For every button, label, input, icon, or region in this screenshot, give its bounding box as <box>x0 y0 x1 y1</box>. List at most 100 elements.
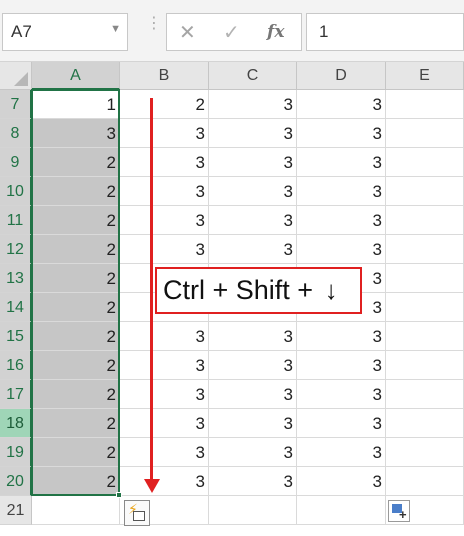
column-header-a[interactable]: A <box>32 62 120 90</box>
row-header-18[interactable]: 18 <box>0 409 32 438</box>
cell-c16[interactable]: 3 <box>209 351 297 380</box>
cell-c8[interactable]: 3 <box>209 119 297 148</box>
row-header-21[interactable]: 21 <box>0 496 32 525</box>
cell-e12[interactable] <box>386 235 464 264</box>
cell-b12[interactable]: 3 <box>120 235 209 264</box>
cell-e9[interactable] <box>386 148 464 177</box>
cell-d18[interactable]: 3 <box>297 409 386 438</box>
row-header-11[interactable]: 11 <box>0 206 32 235</box>
cell-d20[interactable]: 3 <box>297 467 386 496</box>
cell-c11[interactable]: 3 <box>209 206 297 235</box>
cell-a11[interactable]: 2 <box>32 206 120 235</box>
cell-a7[interactable]: 1 <box>32 90 120 119</box>
cell-e7[interactable] <box>386 90 464 119</box>
cell-a20[interactable]: 2 <box>32 467 120 496</box>
row-header-16[interactable]: 16 <box>0 351 32 380</box>
cell-c12[interactable]: 3 <box>209 235 297 264</box>
cell-b10[interactable]: 3 <box>120 177 209 206</box>
cell-e13[interactable] <box>386 264 464 293</box>
cancel-icon[interactable]: ✕ <box>179 20 196 45</box>
cell-d8[interactable]: 3 <box>297 119 386 148</box>
cell-b16[interactable]: 3 <box>120 351 209 380</box>
cell-e15[interactable] <box>386 322 464 351</box>
chevron-down-icon[interactable]: ▼ <box>110 23 121 35</box>
row-header-13[interactable]: 13 <box>0 264 32 293</box>
column-header-d[interactable]: D <box>297 62 386 90</box>
row-header-10[interactable]: 10 <box>0 177 32 206</box>
row-header-15[interactable]: 15 <box>0 322 32 351</box>
cell-d15[interactable]: 3 <box>297 322 386 351</box>
cell-c15[interactable]: 3 <box>209 322 297 351</box>
cell-d12[interactable]: 3 <box>297 235 386 264</box>
cell-e19[interactable] <box>386 438 464 467</box>
cell-d11[interactable]: 3 <box>297 206 386 235</box>
row-header-7[interactable]: 7 <box>0 90 32 119</box>
cell-e16[interactable] <box>386 351 464 380</box>
cell-d9[interactable]: 3 <box>297 148 386 177</box>
select-all-button[interactable] <box>0 62 32 90</box>
cell-e10[interactable] <box>386 177 464 206</box>
cell-c10[interactable]: 3 <box>209 177 297 206</box>
cell-a10[interactable]: 2 <box>32 177 120 206</box>
row-header-8[interactable]: 8 <box>0 119 32 148</box>
cell-d17[interactable]: 3 <box>297 380 386 409</box>
enter-icon[interactable]: ✓ <box>223 20 240 45</box>
cell-d10[interactable]: 3 <box>297 177 386 206</box>
down-arrow-line <box>150 98 153 480</box>
cell-a19[interactable]: 2 <box>32 438 120 467</box>
cell-d16[interactable]: 3 <box>297 351 386 380</box>
cell-b19[interactable]: 3 <box>120 438 209 467</box>
cell-d19[interactable]: 3 <box>297 438 386 467</box>
cell-d21[interactable] <box>297 496 386 525</box>
cell-a8[interactable]: 3 <box>32 119 120 148</box>
column-header-c[interactable]: C <box>209 62 297 90</box>
cell-b20[interactable]: 3 <box>120 467 209 496</box>
cell-c20[interactable]: 3 <box>209 467 297 496</box>
grip-dots-icon: ⋮ <box>146 15 162 32</box>
cell-a15[interactable]: 2 <box>32 322 120 351</box>
cell-c17[interactable]: 3 <box>209 380 297 409</box>
cell-c9[interactable]: 3 <box>209 148 297 177</box>
paste-options-icon[interactable]: + <box>388 500 410 522</box>
cell-e11[interactable] <box>386 206 464 235</box>
cell-c18[interactable]: 3 <box>209 409 297 438</box>
fill-handle[interactable] <box>116 492 122 498</box>
row-header-17[interactable]: 17 <box>0 380 32 409</box>
cell-b11[interactable]: 3 <box>120 206 209 235</box>
cell-e17[interactable] <box>386 380 464 409</box>
cell-b15[interactable]: 3 <box>120 322 209 351</box>
cell-a18[interactable]: 2 <box>32 409 120 438</box>
cell-a9[interactable]: 2 <box>32 148 120 177</box>
column-header-b[interactable]: B <box>120 62 209 90</box>
name-box[interactable]: A7 ▼ <box>2 13 128 51</box>
cell-a17[interactable]: 2 <box>32 380 120 409</box>
column-header-e[interactable]: E <box>386 62 464 90</box>
cell-b7[interactable]: 2 <box>120 90 209 119</box>
cell-e14[interactable] <box>386 293 464 322</box>
cell-d7[interactable]: 3 <box>297 90 386 119</box>
cell-c21[interactable] <box>209 496 297 525</box>
cell-e20[interactable] <box>386 467 464 496</box>
cell-b8[interactable]: 3 <box>120 119 209 148</box>
row-header-14[interactable]: 14 <box>0 293 32 322</box>
cell-b18[interactable]: 3 <box>120 409 209 438</box>
insert-function-icon[interactable]: fx <box>267 22 284 42</box>
formula-input[interactable]: 1 <box>306 13 464 51</box>
cell-e18[interactable] <box>386 409 464 438</box>
row-header-19[interactable]: 19 <box>0 438 32 467</box>
cell-b9[interactable]: 3 <box>120 148 209 177</box>
quick-analysis-icon[interactable]: ⚡ <box>124 500 150 526</box>
row-header-9[interactable]: 9 <box>0 148 32 177</box>
formula-buttons: ✕ ✓ fx <box>166 13 302 51</box>
cell-e8[interactable] <box>386 119 464 148</box>
cell-a16[interactable]: 2 <box>32 351 120 380</box>
cell-b17[interactable]: 3 <box>120 380 209 409</box>
cell-a21[interactable] <box>32 496 120 525</box>
cell-c19[interactable]: 3 <box>209 438 297 467</box>
cell-a14[interactable]: 2 <box>32 293 120 322</box>
cell-a12[interactable]: 2 <box>32 235 120 264</box>
row-header-12[interactable]: 12 <box>0 235 32 264</box>
row-header-20[interactable]: 20 <box>0 467 32 496</box>
cell-a13[interactable]: 2 <box>32 264 120 293</box>
cell-c7[interactable]: 3 <box>209 90 297 119</box>
